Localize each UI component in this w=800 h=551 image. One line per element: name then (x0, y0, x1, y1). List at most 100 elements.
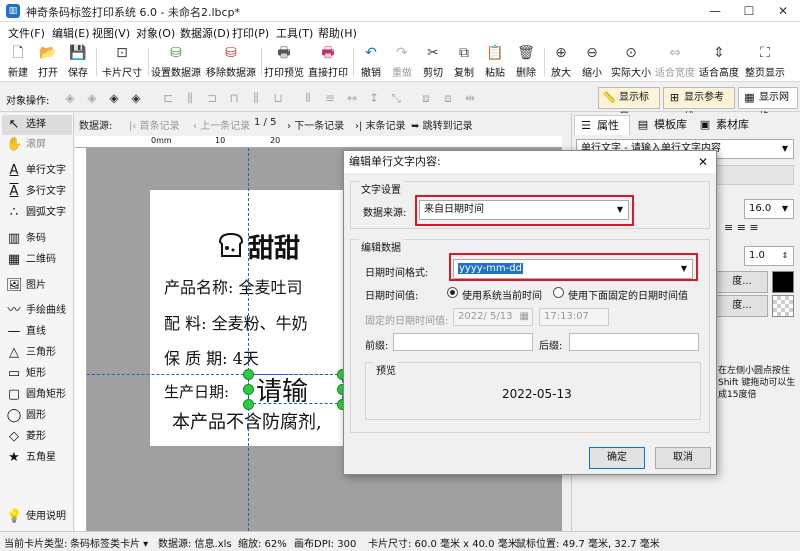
tool-image[interactable]: 🖼 图片 (2, 276, 72, 296)
delete-button[interactable]: 🗑 删除 (513, 44, 539, 80)
label-row-production-date[interactable]: 生产日期: (164, 381, 229, 402)
cut-button[interactable]: ✂ 剪切 (420, 44, 446, 80)
menu-file[interactable]: 文件(F) (8, 25, 45, 41)
resize-handle-tl[interactable] (243, 369, 254, 380)
fixed-time-field[interactable]: 17:13:07 (539, 308, 609, 326)
align-center-icon[interactable]: ⫼ (182, 90, 198, 106)
align-left-icon[interactable]: ⊏ (160, 90, 176, 106)
tool-star[interactable]: ★ 五角星 (2, 448, 72, 468)
tool-freehand-curve[interactable]: 〰手绘曲线 (2, 301, 72, 321)
show-guides-toggle[interactable]: ⊞显示参考线 (663, 87, 735, 123)
background-color-button[interactable]: 度... (716, 295, 768, 317)
close-button[interactable]: ✕ (766, 0, 800, 22)
resize-handle-bl[interactable] (243, 399, 254, 410)
paste-button[interactable]: 📋 粘贴 (482, 44, 508, 80)
same-height-icon[interactable]: ↕ (366, 90, 382, 106)
open-button[interactable]: 📂 打开 (34, 44, 62, 80)
minimize-button[interactable]: — (698, 0, 732, 22)
show-ruler-toggle[interactable]: 📏显示标尺 (598, 87, 660, 123)
label-footer-text[interactable]: 本产品不含防腐剂, (172, 408, 322, 434)
align-bottom-icon[interactable]: ⊔ (270, 90, 286, 106)
tool-select[interactable]: ↖ 选择 (2, 115, 72, 135)
copy-button[interactable]: ⧉ 复制 (451, 44, 477, 80)
card-type-select[interactable]: 条码标签类卡片 ▾ (70, 535, 148, 550)
label-row-product-name[interactable]: 产品名称: 全麦吐司 (164, 274, 303, 298)
font-color-swatch[interactable] (772, 271, 794, 293)
fit-page-button[interactable]: ⛶ 整页显示 (744, 44, 786, 80)
zoom-in-button[interactable]: ⊕ 放大 (548, 44, 574, 80)
fixed-date-picker[interactable]: 2022/ 5/13 ▦ (453, 308, 533, 326)
menu-help[interactable]: 帮助(H) (318, 25, 357, 41)
prefix-input[interactable] (393, 333, 533, 351)
label-row-shelf-life[interactable]: 保 质 期: 4天 (164, 345, 259, 369)
dialog-close-icon[interactable]: ✕ (698, 151, 708, 173)
menu-edit[interactable]: 编辑(E) (52, 25, 90, 41)
distribute-v-icon[interactable]: ≡ (322, 90, 338, 106)
align-right-icon[interactable]: ⊐ (204, 90, 220, 106)
ungroup-icon[interactable]: ⧈ (440, 90, 456, 106)
help-button[interactable]: 💡 使用说明 (2, 507, 72, 527)
radio-system-time[interactable] (447, 287, 458, 298)
zoom-out-button[interactable]: ⊖ 缩小 (579, 44, 605, 80)
vertical-guide-line[interactable] (248, 148, 249, 531)
send-back-icon[interactable]: ◈ (84, 90, 100, 106)
tool-rectangle[interactable]: ▭ 矩形 (2, 364, 72, 384)
show-grid-toggle[interactable]: ▦显示网格 (738, 87, 798, 123)
font-size-select[interactable]: 16.0 ▼ (744, 199, 794, 219)
print-preview-button[interactable]: 🖶 打印预览 (264, 44, 304, 80)
next-record-button[interactable]: › 下一条记录 (287, 117, 344, 132)
jump-to-record-button[interactable]: ➥ 跳转到记录 (411, 117, 473, 132)
bring-front-icon[interactable]: ◈ (62, 90, 78, 106)
char-spacing-input[interactable]: 1.0 ⇕ (744, 246, 794, 266)
selection-box[interactable] (248, 374, 343, 404)
resize-handle-ml[interactable] (243, 384, 254, 395)
group-icon[interactable]: ⧈ (418, 90, 434, 106)
maximize-button[interactable]: ☐ (732, 0, 766, 22)
same-size-icon[interactable]: ⤡ (388, 90, 404, 106)
fit-width-button[interactable]: ⇔ 适合宽度 (654, 44, 696, 80)
tool-arc-text[interactable]: ∴ 圆弧文字 (2, 203, 72, 223)
last-record-button[interactable]: ›| 末条记录 (355, 117, 406, 132)
tool-scroll[interactable]: ✋ 滚屏 (2, 135, 72, 155)
direct-print-button[interactable]: 🖶 直接打印 (308, 44, 348, 80)
menu-tools[interactable]: 工具(T) (276, 25, 313, 41)
lock-layer-icon[interactable]: ◈ (128, 90, 144, 106)
radio-fixed-time[interactable] (553, 287, 564, 298)
first-record-button[interactable]: |‹ 首条记录 (129, 117, 180, 132)
distribute-h-icon[interactable]: ⫴ (300, 90, 316, 106)
undo-button[interactable]: ↶ 撤销 (358, 44, 384, 80)
text-align-buttons[interactable]: ≡ ≡ ≡ (724, 221, 794, 239)
align-middle-icon[interactable]: ⫼ (248, 90, 264, 106)
label-row-ingredients[interactable]: 配 料: 全麦粉、牛奶 (164, 310, 308, 334)
new-button[interactable]: 🗋 新建 (4, 44, 32, 80)
menu-datasource[interactable]: 数据源(D) (180, 25, 230, 41)
save-button[interactable]: 💾 保存 (64, 44, 92, 80)
actual-size-button[interactable]: ⊙ 实际大小 (610, 44, 652, 80)
menu-object[interactable]: 对象(O) (136, 25, 175, 41)
center-horizontal-icon[interactable]: ⇹ (462, 90, 478, 106)
tool-line[interactable]: — 直线 (2, 322, 72, 342)
transparent-swatch[interactable] (772, 295, 794, 317)
prev-record-button[interactable]: ‹ 上一条记录 (193, 117, 250, 132)
tool-multi-line-text[interactable]: A 多行文字 (2, 182, 72, 202)
menu-view[interactable]: 视图(V) (92, 25, 130, 41)
tool-triangle[interactable]: △ 三角形 (2, 343, 72, 363)
fit-height-button[interactable]: ⇕ 适合高度 (698, 44, 740, 80)
suffix-input[interactable] (569, 333, 699, 351)
tool-barcode[interactable]: ▥ 条码 (2, 229, 72, 249)
font-color-button[interactable]: 度... (716, 271, 768, 293)
tab-template-library[interactable]: ▤ 模板库 (632, 115, 692, 135)
ok-button[interactable]: 确定 (589, 447, 645, 469)
redo-button[interactable]: ↷ 重做 (389, 44, 415, 80)
tool-rounded-rectangle[interactable]: ▢ 圆角矩形 (2, 385, 72, 405)
same-width-icon[interactable]: ↔ (344, 90, 360, 106)
tab-material-library[interactable]: ▣ 素材库 (694, 115, 754, 135)
label-brand[interactable]: 甜甜 (248, 228, 300, 265)
layer-icon[interactable]: ◈ (106, 90, 122, 106)
card-size-button[interactable]: ⊡ 卡片尺寸 (100, 44, 144, 80)
cancel-button[interactable]: 取消 (655, 447, 711, 469)
tool-qrcode[interactable]: ▦ 二维码 (2, 250, 72, 270)
menu-print[interactable]: 打印(P) (232, 25, 269, 41)
tool-ellipse[interactable]: ◯ 圆形 (2, 406, 72, 426)
tool-single-line-text[interactable]: A 单行文字 (2, 161, 72, 181)
